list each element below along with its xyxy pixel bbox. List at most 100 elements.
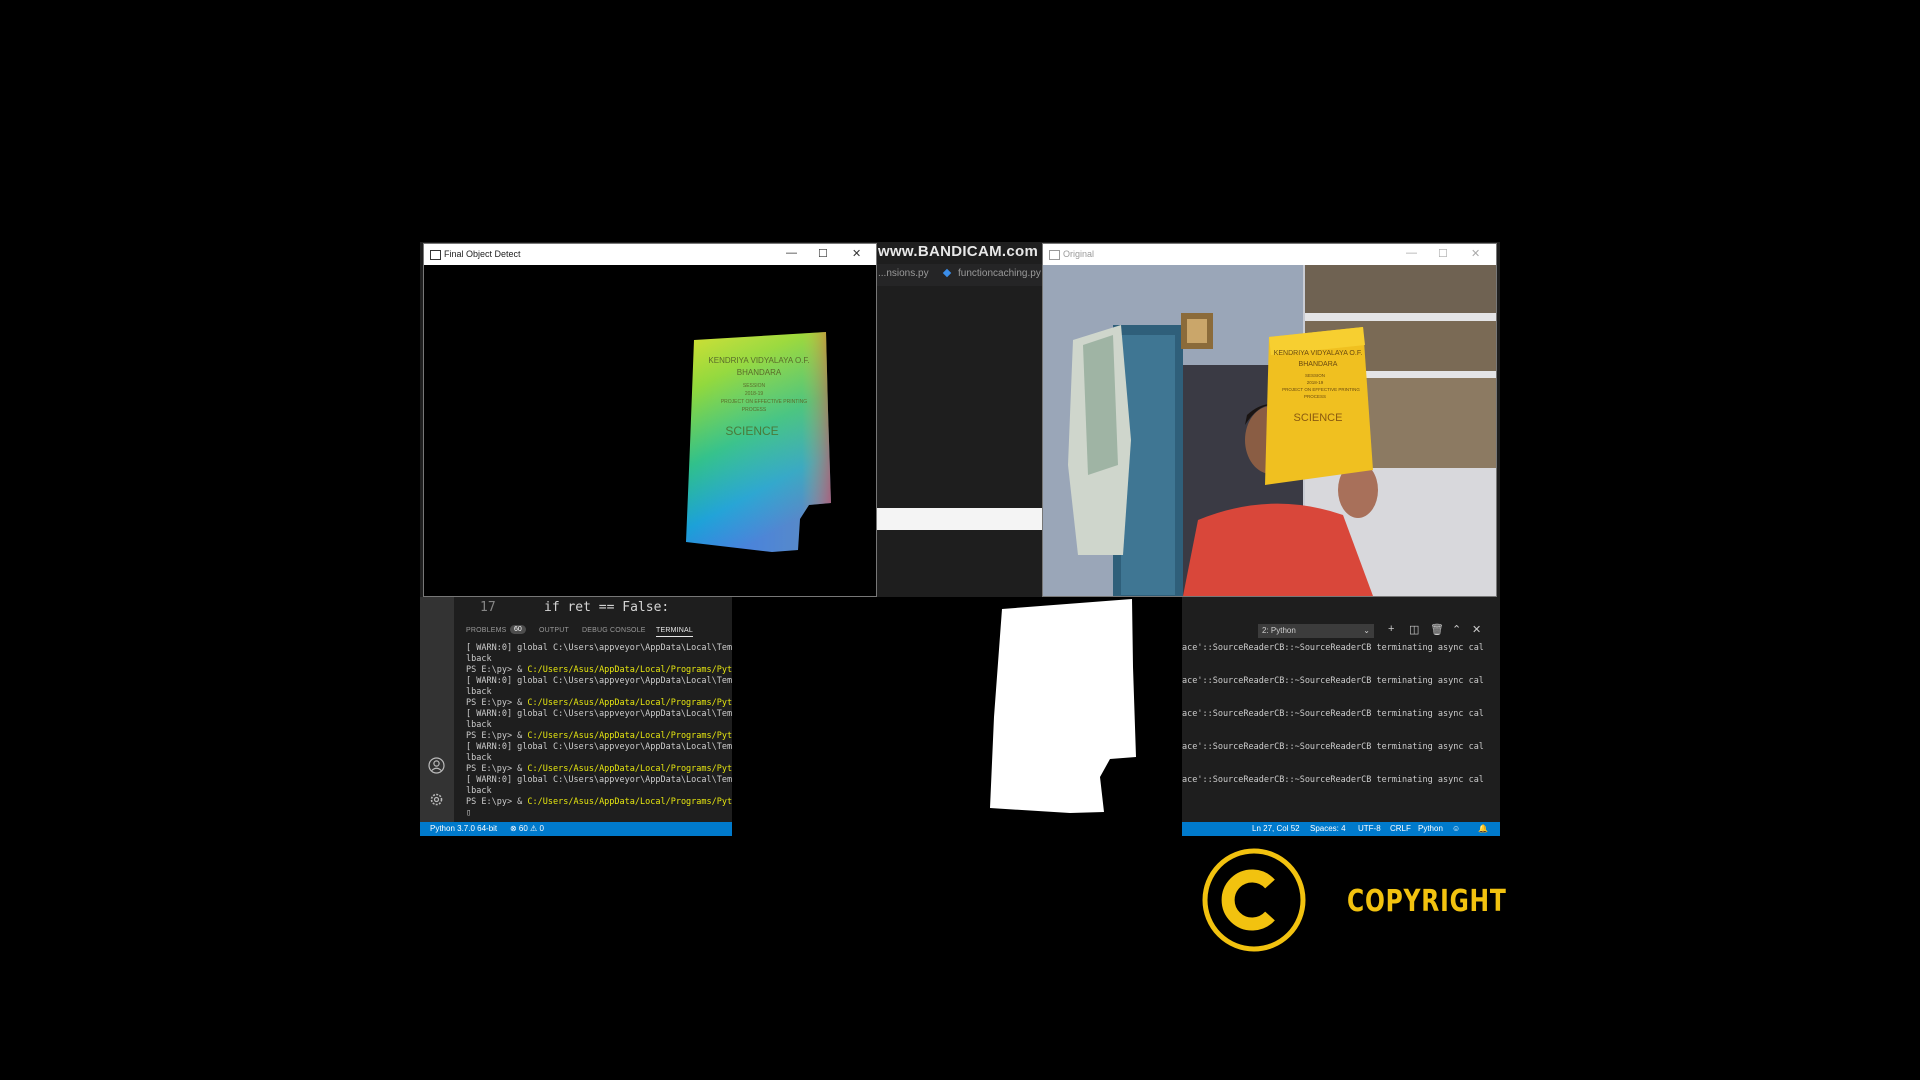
maximize-button[interactable]: ☐ — [1438, 247, 1448, 260]
book-heat-title-1: KENDRIYA VIDYALAYA O.F. — [708, 356, 809, 365]
encoding-status[interactable]: UTF-8 — [1358, 824, 1381, 833]
terminal-line-text: PS E:\py> & — [466, 665, 528, 675]
window-title: Original — [1063, 249, 1095, 259]
terminal-path: C:/Users/Asus/AppData/Local/Programs/Pyt — [527, 665, 732, 675]
close-button[interactable]: ✕ — [852, 247, 861, 260]
problems-status[interactable]: ⊗ 60 ⚠ 0 — [510, 824, 544, 833]
book-heat-small-3: PROJECT ON EFFECTIVE PRINTING — [721, 399, 807, 405]
webcam-photo: KENDRIYA VIDYALAYA O.F. BHANDARA SESSION… — [1043, 265, 1496, 596]
book-heat-small-4: PROCESS — [742, 407, 767, 413]
terminal-line-text: [ WARN:0] global C:\Users\appveyor\AppDa… — [466, 775, 732, 785]
line-number: 17 — [480, 600, 496, 615]
book-heat-small-1: SESSION — [743, 383, 766, 389]
mask-window — [732, 597, 1182, 837]
terminal-select-dropdown[interactable]: 2: Python ⌄ — [1258, 624, 1374, 638]
code-text: if ret == False: — [544, 600, 670, 615]
terminal-line: [ WARN:0] global C:\Users\appveyor\AppDa… — [466, 775, 732, 786]
heatmap-book-image: KENDRIYA VIDYALAYA O.F. BHANDARA SESSION… — [686, 332, 831, 552]
bandicam-watermark: www.BANDICAM.com — [878, 243, 1039, 260]
close-panel-icon[interactable]: ✕ — [1472, 623, 1481, 636]
new-terminal-icon[interactable]: + — [1388, 623, 1394, 635]
terminal-line: lback — [466, 687, 732, 698]
terminal-line-text: PS E:\py> & — [466, 698, 528, 708]
binary-mask-image — [990, 599, 1136, 813]
terminal-line-text: ▯ — [466, 808, 472, 818]
terminal-line: [ WARN:0] global C:\Users\appveyor\AppDa… — [466, 676, 732, 687]
terminal-line-text: lback — [466, 720, 492, 730]
terminal-line: ▯ — [466, 808, 732, 819]
minimize-button[interactable]: — — [1406, 247, 1417, 259]
terminal-line-text: [ WARN:0] global C:\Users\appveyor\AppDa… — [466, 676, 732, 686]
book-heat-title-2: BHANDARA — [737, 368, 782, 377]
terminal-line: ace'::SourceReaderCB::~SourceReaderCB te… — [1182, 676, 1484, 686]
status-bar-left: Python 3.7.0 64-bit ⊗ 60 ⚠ 0 — [420, 822, 732, 836]
python-file-icon — [942, 268, 952, 278]
terminal-line-text: lback — [466, 786, 492, 796]
tab-output[interactable]: OUTPUT — [539, 627, 569, 634]
terminal-output-left[interactable]: [ WARN:0] global C:\Users\appveyor\AppDa… — [466, 643, 732, 819]
terminal-line: PS E:\py> & C:/Users/Asus/AppData/Local/… — [466, 764, 732, 775]
tab-debug-console[interactable]: DEBUG CONSOLE — [582, 627, 646, 634]
terminal-path: C:/Users/Asus/AppData/Local/Programs/Pyt — [527, 698, 732, 708]
terminal-output-right[interactable]: ace'::SourceReaderCB::~SourceReaderCB te… — [1182, 643, 1500, 786]
terminal-path: C:/Users/Asus/AppData/Local/Programs/Pyt — [527, 764, 732, 774]
terminal-line-text: lback — [466, 753, 492, 763]
bell-icon[interactable]: 🔔 — [1478, 824, 1488, 833]
book-small-4: PROCESS — [1304, 394, 1326, 399]
maximize-button[interactable]: ☐ — [818, 247, 828, 260]
close-button[interactable]: ✕ — [1471, 247, 1480, 260]
terminal-panel-right: 2: Python ⌄ + ◫ 🗑 ⌃ ✕ ace'::SourceReader… — [1182, 619, 1500, 822]
terminal-line: ace'::SourceReaderCB::~SourceReaderCB te… — [1182, 643, 1484, 653]
book-title-1: KENDRIYA VIDYALAYA O.F. — [1274, 350, 1363, 357]
window-app-icon — [1049, 250, 1060, 260]
tab-terminal[interactable]: TERMINAL — [656, 627, 693, 637]
terminal-line: PS E:\py> & C:/Users/Asus/AppData/Local/… — [466, 731, 732, 742]
tab-problems[interactable]: PROBLEMS — [466, 627, 507, 634]
chevron-up-icon[interactable]: ⌃ — [1452, 623, 1461, 636]
tab-extensions[interactable]: ...nsions.py — [878, 268, 929, 279]
indentation-status[interactable]: Spaces: 4 — [1310, 824, 1346, 833]
trash-icon[interactable]: 🗑 — [1430, 623, 1444, 636]
editor-area[interactable] — [876, 286, 1042, 508]
eol-status[interactable]: CRLF — [1390, 824, 1411, 833]
tab-functioncaching[interactable]: functioncaching.py — [958, 268, 1041, 279]
python-interpreter-status[interactable]: Python 3.7.0 64-bit — [430, 824, 497, 833]
final-object-detect-window: Final Object Detect — ☐ ✕ KENDRIYA VIDYA… — [423, 243, 877, 597]
feedback-icon[interactable]: ☺ — [1452, 824, 1460, 833]
editor-tab-strip: ...nsions.py functioncaching.py — [876, 264, 1042, 286]
window-titlebar[interactable]: Final Object Detect — ☐ ✕ — [424, 244, 876, 265]
activity-bar — [420, 597, 454, 836]
minimize-button[interactable]: — — [786, 247, 797, 259]
book-small-1: SESSION — [1305, 373, 1325, 378]
terminal-panel-left: PROBLEMS 60 OUTPUT DEBUG CONSOLE TERMINA… — [454, 619, 732, 822]
gear-icon[interactable] — [428, 791, 445, 808]
terminal-line: [ WARN:0] global C:\Users\appveyor\AppDa… — [466, 742, 732, 753]
window-title: Final Object Detect — [444, 249, 521, 259]
terminal-path: C:/Users/Asus/AppData/Local/Programs/Pyt — [527, 731, 732, 741]
terminal-line-text: PS E:\py> & — [466, 764, 528, 774]
terminal-line: [ WARN:0] global C:\Users\appveyor\AppDa… — [466, 643, 732, 654]
code-editor-line[interactable]: 17 if ret == False: — [420, 597, 732, 619]
terminal-line: PS E:\py> & C:/Users/Asus/AppData/Local/… — [466, 797, 732, 808]
terminal-line-text: PS E:\py> & — [466, 797, 528, 807]
account-icon[interactable] — [428, 757, 445, 774]
window-titlebar[interactable]: Original — ☐ ✕ — [1043, 244, 1496, 265]
book-heat-small-2: 2018-19 — [745, 391, 764, 397]
terminal-line-text: [ WARN:0] global C:\Users\appveyor\AppDa… — [466, 643, 732, 653]
webcam-view: KENDRIYA VIDYALAYA O.F. BHANDARA SESSION… — [1043, 265, 1496, 596]
problems-count-badge: 60 — [510, 625, 526, 634]
split-terminal-icon[interactable]: ◫ — [1409, 623, 1419, 636]
terminal-line: [ WARN:0] global C:\Users\appveyor\AppDa… — [466, 709, 732, 720]
language-status[interactable]: Python — [1418, 824, 1443, 833]
cursor-position-status[interactable]: Ln 27, Col 52 — [1252, 824, 1300, 833]
copyright-icon — [1202, 848, 1306, 952]
terminal-line: lback — [466, 720, 732, 731]
terminal-path: C:/Users/Asus/AppData/Local/Programs/Pyt — [527, 797, 732, 807]
editor-blank-strip — [876, 508, 1042, 530]
